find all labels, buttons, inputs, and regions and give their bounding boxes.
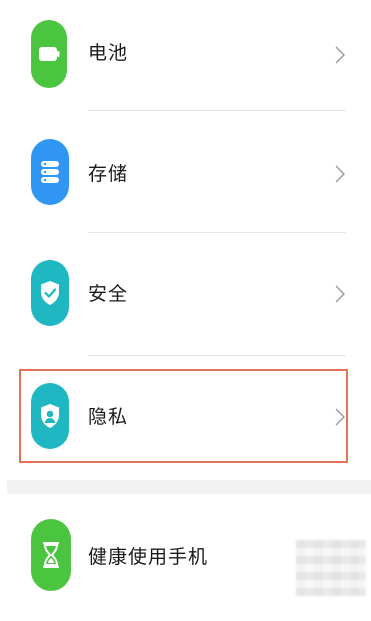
settings-item-label: 健康使用手机: [88, 546, 209, 568]
blurred-watermark: [296, 540, 366, 596]
divider: [88, 110, 346, 111]
chevron-right-icon: [335, 46, 345, 64]
settings-item-label: 电池: [88, 42, 129, 64]
shield-check-icon: [31, 260, 69, 326]
settings-item-label: 隐私: [88, 406, 129, 428]
chevron-right-icon: [335, 408, 345, 426]
settings-item-storage[interactable]: 存储: [0, 118, 371, 228]
settings-item-security[interactable]: 安全: [0, 236, 371, 346]
settings-item-privacy[interactable]: 隐私: [0, 365, 371, 475]
battery-icon: [31, 20, 67, 88]
storage-icon: [31, 139, 69, 205]
settings-item-label: 安全: [88, 283, 129, 305]
settings-item-battery[interactable]: 电池: [0, 0, 371, 110]
divider: [88, 232, 346, 233]
chevron-right-icon: [335, 165, 345, 183]
divider: [88, 355, 346, 356]
settings-screen: 电池 存储 安全 隐私 健康使用手机: [0, 0, 371, 621]
hourglass-icon: [31, 519, 71, 591]
privacy-icon: [31, 383, 69, 449]
settings-item-label: 存储: [88, 163, 129, 185]
section-divider: [7, 480, 371, 494]
chevron-right-icon: [335, 285, 345, 303]
